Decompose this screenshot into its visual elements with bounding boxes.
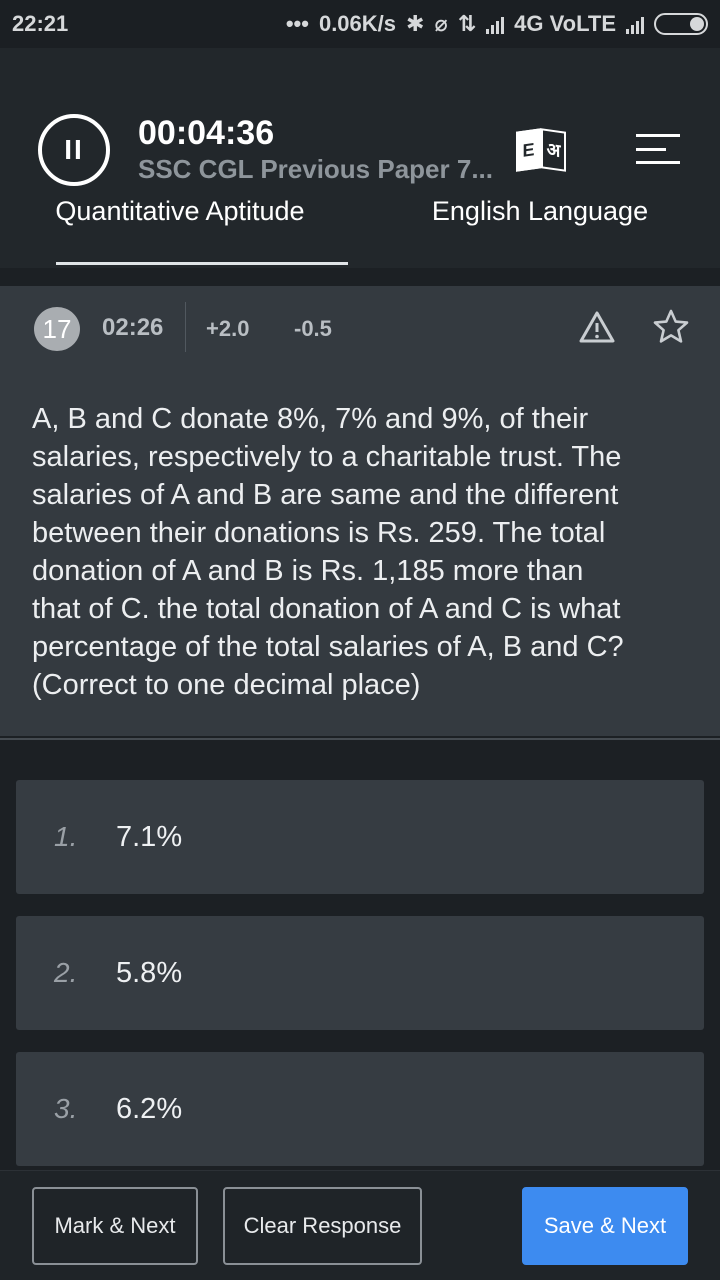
question-text: A, B and C donate 8%, 7% and 9%, of thei… — [32, 400, 696, 704]
status-bar: 22:21 ••• 0.06K/s ✱ ⌀ ⇅ 4G VoLTE — [0, 0, 720, 48]
language-toggle-icon[interactable]: E अ — [516, 128, 566, 172]
signal-icon-2 — [626, 14, 644, 34]
lang-english-glyph: E — [516, 128, 541, 172]
question-line: A, B and C donate 8%, 7% and 9%, of thei… — [32, 403, 589, 435]
question-number-badge: 17 — [34, 307, 80, 351]
option-number: 2. — [54, 957, 78, 988]
pause-button[interactable]: II — [38, 114, 110, 186]
network-type: 4G VoLTE — [514, 11, 616, 36]
option-number: 3. — [54, 1093, 78, 1124]
question-line: salaries of A and B are same and the dif… — [32, 479, 619, 511]
question-line: between their donations is Rs. 259. The … — [32, 517, 606, 549]
mark-and-next-button[interactable]: Mark & Next — [32, 1187, 198, 1265]
option-value: 6.2% — [116, 1092, 183, 1125]
question-line: (Correct to one decimal place) — [32, 669, 421, 701]
options-list: 1. 7.1% 2. 5.8% 3. 6.2% — [0, 738, 720, 1168]
pause-icon: II — [64, 134, 84, 165]
question-line: donation of A and B is Rs. 1,185 more th… — [32, 555, 584, 587]
question-line: percentage of the total salaries of A, B… — [32, 631, 624, 663]
section-tabs: Quantitative Aptitude English Language — [0, 180, 720, 268]
question-panel: 17 02:26 +2.0 -0.5 A, B and C donate 8%,… — [0, 286, 720, 736]
status-time: 22:21 — [12, 11, 69, 36]
network-speed: 0.06K/s — [318, 11, 397, 36]
menu-icon[interactable] — [636, 134, 680, 164]
positive-marks: +2.0 — [206, 316, 250, 341]
question-line: salaries, respectively to a charitable t… — [32, 441, 622, 473]
option-1[interactable]: 1. 7.1% — [16, 780, 704, 894]
divider — [185, 302, 186, 352]
bookmark-star-icon[interactable] — [652, 308, 690, 346]
data-arrows-icon: ⇅ — [457, 11, 477, 36]
action-footer: Mark & Next Clear Response Save & Next — [0, 1170, 720, 1280]
test-timer: 00:04:36 — [138, 114, 275, 152]
bluetooth-icon: ✱ — [406, 11, 425, 36]
option-3[interactable]: 3. 6.2% — [16, 1052, 704, 1166]
tab-quantitative-aptitude[interactable]: Quantitative Aptitude — [0, 180, 360, 268]
question-time: 02:26 — [102, 314, 164, 341]
signal-icon — [486, 14, 505, 34]
save-and-next-button[interactable]: Save & Next — [522, 1187, 688, 1265]
lang-hindi-glyph: अ — [541, 128, 566, 172]
question-line: that of C. the total donation of A and C… — [32, 593, 621, 625]
alarm-off-icon: ⌀ — [434, 11, 448, 36]
battery-icon — [654, 13, 708, 35]
more-dots-icon: ••• — [285, 11, 309, 36]
report-warning-icon[interactable] — [578, 310, 616, 344]
tab-english-language[interactable]: English Language — [360, 180, 720, 268]
option-2[interactable]: 2. 5.8% — [16, 916, 704, 1030]
status-icons: ••• 0.06K/s ✱ ⌀ ⇅ 4G VoLTE — [286, 11, 708, 37]
clear-response-button[interactable]: Clear Response — [223, 1187, 422, 1265]
option-value: 7.1% — [116, 820, 183, 853]
negative-marks: -0.5 — [294, 316, 332, 341]
option-value: 5.8% — [116, 956, 183, 989]
option-number: 1. — [54, 821, 78, 852]
